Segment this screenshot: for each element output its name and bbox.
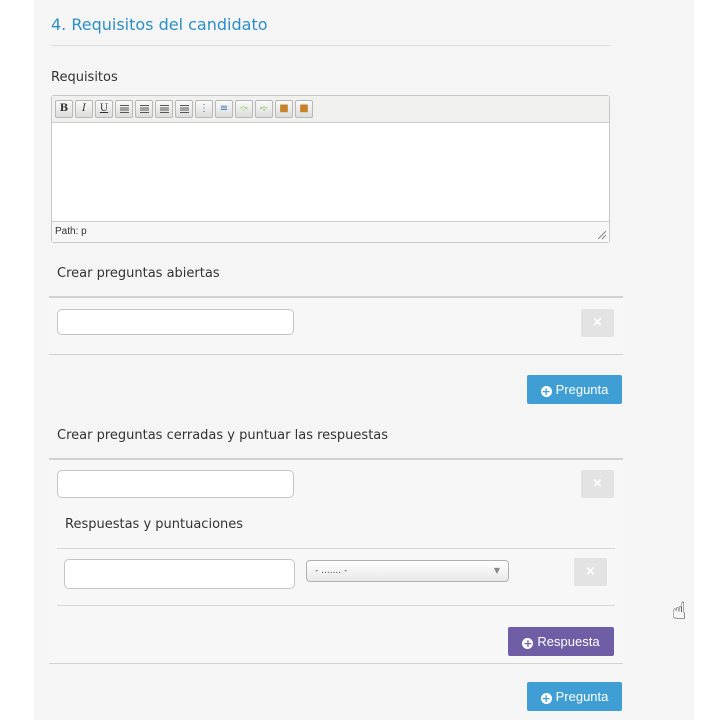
- numbered-list-icon[interactable]: ≡: [215, 100, 233, 118]
- italic-button[interactable]: I: [75, 100, 93, 118]
- add-answer-button[interactable]: + Respuesta: [508, 627, 614, 656]
- closed-question-block: × Respuestas y puntuaciones - ....... - …: [49, 458, 623, 664]
- open-question-input[interactable]: [57, 309, 294, 335]
- answer-input[interactable]: [64, 559, 295, 589]
- paste-word-icon[interactable]: ■: [295, 100, 313, 118]
- editor-text-area[interactable]: [52, 123, 609, 218]
- plus-circle-icon: +: [540, 385, 552, 398]
- closed-question-input[interactable]: [57, 470, 294, 498]
- bold-button[interactable]: B: [55, 100, 73, 118]
- undo-icon[interactable]: ⤼: [235, 100, 253, 118]
- closed-questions-label: Crear preguntas cerradas y puntuar las r…: [57, 428, 389, 443]
- close-icon: ×: [592, 315, 603, 330]
- align-left-icon[interactable]: [115, 100, 133, 118]
- requisitos-label: Requisitos: [51, 70, 118, 85]
- paste-icon[interactable]: ■: [275, 100, 293, 118]
- hand-pointer-icon: ☝: [672, 597, 687, 625]
- close-icon: ×: [592, 476, 603, 491]
- section-title: 4. Requisitos del candidato: [51, 15, 268, 34]
- answers-label: Respuestas y puntuaciones: [65, 517, 244, 532]
- redo-icon[interactable]: ⤽: [255, 100, 273, 118]
- remove-closed-question-button[interactable]: ×: [581, 470, 614, 498]
- add-closed-question-button[interactable]: + Pregunta: [527, 682, 622, 711]
- align-right-icon[interactable]: [155, 100, 173, 118]
- align-center-icon[interactable]: [135, 100, 153, 118]
- bullet-list-icon[interactable]: ⋮: [195, 100, 213, 118]
- answers-divider-top: [57, 548, 615, 549]
- score-select[interactable]: - ....... - ▼: [306, 560, 509, 582]
- underline-button[interactable]: U: [95, 100, 113, 118]
- editor-toolbar: B I U ⋮ ≡ ⤼ ⤽ ■ ■: [52, 96, 609, 123]
- remove-open-question-button[interactable]: ×: [581, 309, 614, 337]
- plus-circle-icon: +: [522, 637, 534, 650]
- open-question-row: ×: [49, 296, 623, 355]
- editor-path: Path: p: [52, 221, 609, 242]
- open-questions-label: Crear preguntas abiertas: [57, 266, 220, 281]
- align-justify-icon[interactable]: [175, 100, 193, 118]
- plus-circle-icon: +: [540, 692, 552, 705]
- close-icon: ×: [585, 564, 596, 579]
- answers-divider-bottom: [57, 605, 615, 606]
- requisitos-editor[interactable]: B I U ⋮ ≡ ⤼ ⤽ ■ ■ Path: p: [51, 95, 610, 243]
- title-divider: [51, 45, 610, 46]
- add-open-question-button[interactable]: + Pregunta: [527, 375, 622, 404]
- remove-answer-button[interactable]: ×: [574, 558, 607, 586]
- chevron-down-icon: ▼: [493, 566, 500, 575]
- resize-handle-icon[interactable]: [598, 231, 606, 239]
